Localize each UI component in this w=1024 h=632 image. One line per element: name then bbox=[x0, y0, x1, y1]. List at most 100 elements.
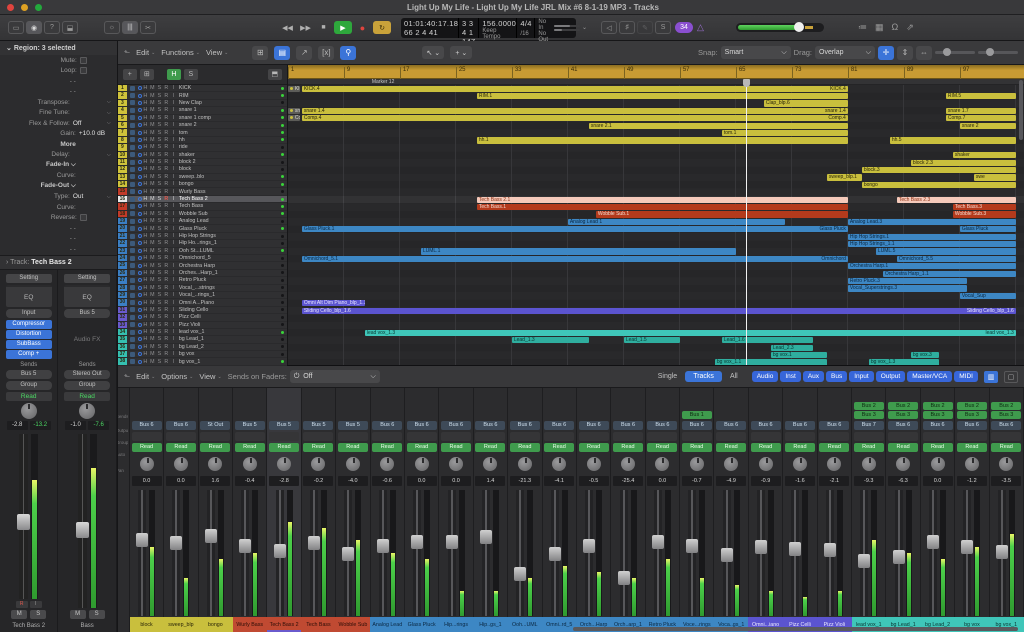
volume-value[interactable]: -4.0 bbox=[338, 476, 368, 486]
solo-button[interactable]: S bbox=[156, 115, 163, 121]
region[interactable]: KICK.4KICK.4 bbox=[302, 86, 848, 92]
region[interactable]: Vocal_Superstrings.3 bbox=[848, 285, 967, 291]
track-header-row[interactable]: 29HMSRIVocal_..rings_1 bbox=[118, 292, 287, 299]
group-slot[interactable] bbox=[854, 432, 884, 441]
track-header-row[interactable]: 1HMSRIKICK bbox=[118, 85, 287, 92]
region[interactable]: bongo bbox=[862, 182, 1016, 188]
mixer-channel-strip[interactable]: Bus 2Bus 3Bus 7Read-9.3lead vox_1 bbox=[852, 388, 886, 632]
volume-fader[interactable] bbox=[929, 490, 937, 616]
region[interactable]: Tech Bass.1 bbox=[477, 204, 848, 210]
volume-fader[interactable] bbox=[19, 434, 28, 600]
pan-knob[interactable] bbox=[999, 457, 1013, 471]
mute-button[interactable]: M bbox=[149, 329, 156, 335]
output-slot[interactable]: Bus 6 bbox=[888, 421, 918, 430]
send-slot[interactable]: Bus 3 bbox=[923, 411, 953, 419]
group-slot[interactable] bbox=[682, 432, 712, 441]
volume-fader[interactable] bbox=[207, 490, 215, 616]
vertical-zoom-slider[interactable] bbox=[935, 51, 975, 54]
solo-button[interactable]: S bbox=[156, 240, 163, 246]
hide-button[interactable]: H bbox=[142, 255, 149, 261]
hide-button[interactable]: H bbox=[142, 277, 149, 283]
mixer-channel-strip[interactable]: Bus 6Read0.0Retro Pluck bbox=[646, 388, 680, 632]
hide-button[interactable]: H bbox=[142, 270, 149, 276]
record-enable-button[interactable]: R bbox=[163, 314, 170, 320]
output-slot[interactable]: Bus 6 bbox=[751, 421, 781, 430]
automation-mode-button[interactable]: Read bbox=[475, 443, 505, 452]
solo-button[interactable]: S bbox=[156, 329, 163, 335]
region[interactable]: Lead_1.3 bbox=[512, 337, 589, 343]
record-enable-button[interactable]: R bbox=[163, 211, 170, 217]
region[interactable]: Analog Lead 1 bbox=[568, 219, 785, 225]
volume-fader[interactable] bbox=[551, 490, 559, 616]
region[interactable]: Comp.7 bbox=[946, 115, 1016, 121]
volume-fader[interactable] bbox=[172, 490, 180, 616]
freeze-icon[interactable] bbox=[130, 307, 135, 312]
lcd-display[interactable]: 01:01:40:17.18 66 2 4 41 3 3 4 1 147 1 1… bbox=[401, 18, 576, 38]
playhead[interactable] bbox=[746, 85, 747, 365]
volume-fader[interactable] bbox=[620, 490, 628, 616]
region[interactable]: snare bbox=[288, 108, 301, 114]
solo-button[interactable]: S bbox=[156, 314, 163, 320]
record-enable-button[interactable]: R bbox=[163, 285, 170, 291]
track-header-row[interactable]: 19HMSRIAnalog Lead bbox=[118, 218, 287, 225]
freeze-icon[interactable] bbox=[130, 226, 135, 231]
input-button[interactable]: I bbox=[170, 122, 177, 128]
mute-button[interactable]: M bbox=[149, 85, 156, 91]
channel-name[interactable]: Wurly Bass bbox=[233, 617, 267, 632]
master-volume-slider[interactable] bbox=[736, 23, 824, 32]
record-enable-button[interactable]: R bbox=[163, 233, 170, 239]
region[interactable]: RIM.1 bbox=[477, 93, 848, 99]
mute-button[interactable]: M bbox=[149, 322, 156, 328]
automation-mode-button[interactable]: Read bbox=[991, 443, 1021, 452]
mixer-channel-strip[interactable]: Bus 5Read-2.8Tech Bass 2 bbox=[267, 388, 301, 632]
mixer-back-icon[interactable]: ⬑ bbox=[124, 372, 130, 381]
snap-select[interactable]: Smart⌵ bbox=[721, 46, 791, 59]
fader-thumb[interactable] bbox=[583, 539, 595, 553]
hide-button[interactable]: H bbox=[142, 144, 149, 150]
fader-thumb[interactable] bbox=[480, 530, 492, 544]
freeze-icon[interactable] bbox=[130, 182, 135, 187]
group-slot[interactable] bbox=[544, 432, 574, 441]
track-header-row[interactable]: 32HMSRIPizz Celli bbox=[118, 314, 287, 321]
solo-button[interactable]: S bbox=[156, 285, 163, 291]
pan-knob[interactable] bbox=[621, 457, 635, 471]
eq-display[interactable]: EQ bbox=[6, 285, 52, 307]
fader-thumb[interactable] bbox=[411, 535, 423, 549]
hide-button[interactable]: H bbox=[142, 152, 149, 158]
freeze-icon[interactable] bbox=[130, 219, 135, 224]
mixer-channel-strip[interactable]: Bus 6Read-25.4Orch..arp_1 bbox=[611, 388, 645, 632]
bar-ruler[interactable]: 191725334149576573818997 bbox=[288, 65, 1024, 79]
mute-button[interactable]: M bbox=[149, 174, 156, 180]
volume-fader[interactable] bbox=[138, 490, 146, 616]
fader-thumb[interactable] bbox=[17, 514, 30, 530]
filter-midi[interactable]: MIDI bbox=[954, 371, 978, 382]
record-enable-button[interactable]: R bbox=[163, 277, 170, 283]
record-enable-button[interactable]: R bbox=[16, 601, 28, 608]
solo-button[interactable]: S bbox=[156, 307, 163, 313]
share-icon[interactable]: ⇗ bbox=[906, 22, 914, 33]
region[interactable]: swe bbox=[974, 174, 1016, 180]
mute-button[interactable]: M bbox=[149, 255, 156, 261]
region[interactable]: hh.1 bbox=[477, 137, 848, 143]
solo-button[interactable]: S bbox=[156, 248, 163, 254]
filter-aux[interactable]: Aux bbox=[803, 371, 824, 382]
freeze-icon[interactable] bbox=[130, 285, 135, 290]
mixer-channel-strip[interactable]: Bus 6Read-0.5Orch...Harp bbox=[577, 388, 611, 632]
forward-button[interactable]: ▶▶ bbox=[298, 21, 313, 34]
fader-thumb[interactable] bbox=[686, 539, 698, 553]
region-param-row[interactable]: Delay:⌵ bbox=[0, 150, 117, 161]
track-header-row[interactable]: 8HMSRIhh bbox=[118, 137, 287, 144]
record-enable-button[interactable]: R bbox=[163, 329, 170, 335]
region[interactable]: KICK. bbox=[288, 86, 301, 92]
input-button[interactable]: I bbox=[170, 100, 177, 106]
region[interactable]: snare 2.1 bbox=[589, 123, 848, 129]
hide-button[interactable]: H bbox=[142, 196, 149, 202]
region[interactable]: bg vox_1.3 bbox=[869, 359, 939, 365]
output-slot[interactable]: Bus 5 bbox=[303, 421, 333, 430]
automation-mode-button[interactable]: Read bbox=[544, 443, 574, 452]
input-button[interactable]: I bbox=[170, 189, 177, 195]
region-param-row[interactable]: Mute: bbox=[0, 55, 117, 66]
region-param-row[interactable]: Gain:+10.0 dB bbox=[0, 129, 117, 140]
solo-button[interactable]: S bbox=[156, 93, 163, 99]
volume-fader[interactable] bbox=[826, 490, 834, 616]
